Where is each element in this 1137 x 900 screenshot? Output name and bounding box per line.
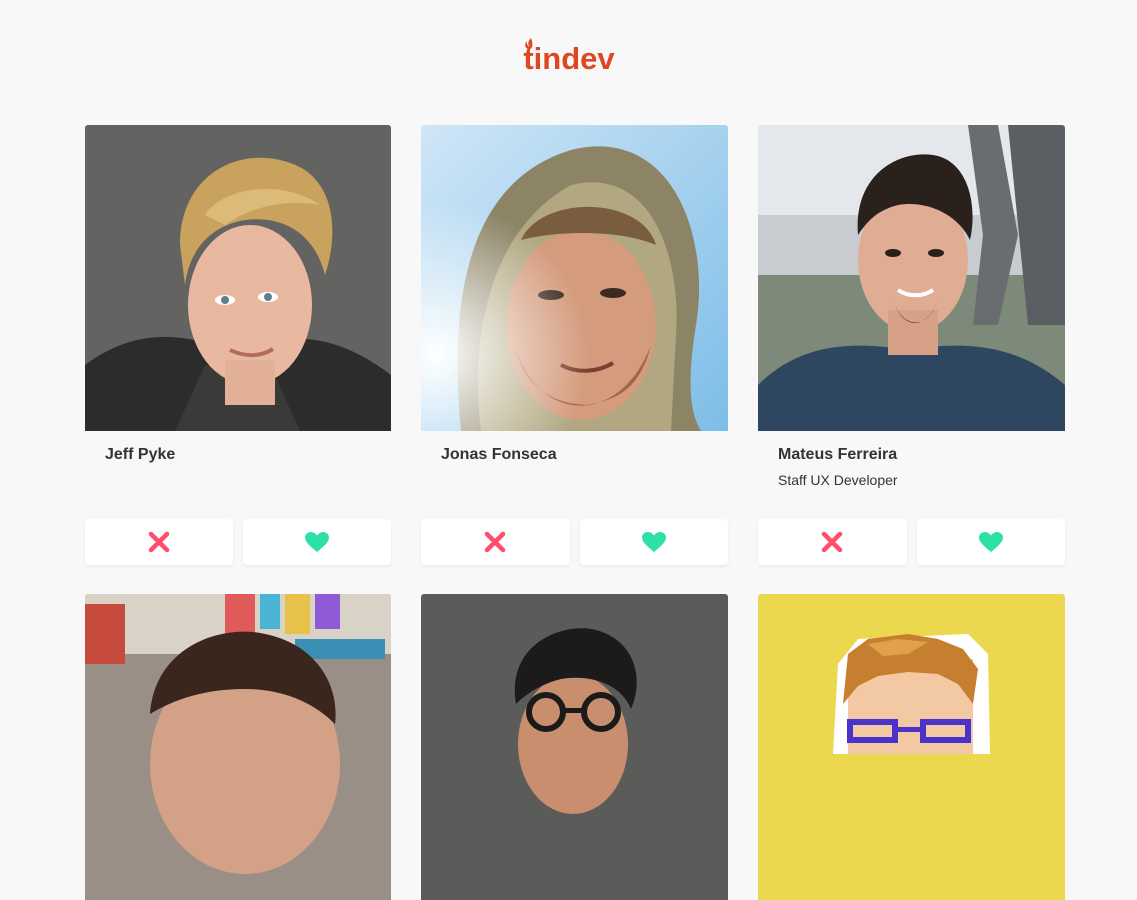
- dev-bio: Staff UX Developer: [778, 472, 898, 488]
- dev-card: [85, 594, 391, 900]
- heart-icon: [978, 532, 1003, 552]
- dev-avatar: [85, 125, 391, 431]
- dev-info: Jonas Fonseca: [421, 431, 728, 519]
- dev-card: Jonas Fonseca: [421, 125, 728, 565]
- dislike-button[interactable]: [758, 519, 907, 565]
- logo-graphic: tindev: [523, 38, 615, 76]
- dev-actions: [421, 519, 728, 565]
- tindev-logo: tindev: [0, 36, 1137, 81]
- dev-actions: [85, 519, 391, 565]
- dev-avatar: [85, 594, 391, 900]
- dev-card: Jeff Pyke: [85, 125, 391, 565]
- heart-icon: [305, 532, 329, 552]
- like-button[interactable]: [916, 519, 1065, 565]
- close-icon: [822, 531, 843, 553]
- like-button[interactable]: [243, 519, 391, 565]
- dev-name: Jeff Pyke: [105, 446, 176, 463]
- dev-card: [421, 594, 728, 900]
- dev-grid: Jeff Pyke Jonas Fonseca Mateus Ferreira …: [85, 125, 1065, 900]
- close-icon: [485, 531, 506, 553]
- dislike-button[interactable]: [85, 519, 233, 565]
- dev-avatar: [421, 125, 728, 431]
- dev-info: Jeff Pyke: [85, 431, 391, 519]
- like-button[interactable]: [579, 519, 728, 565]
- dev-avatar: [758, 125, 1065, 431]
- dev-avatar: [758, 594, 1065, 900]
- dev-card: [758, 594, 1065, 900]
- dev-name: Mateus Ferreira: [778, 446, 898, 463]
- close-icon: [148, 531, 170, 553]
- dev-avatar: [421, 594, 728, 900]
- logo-text: tindev: [523, 41, 615, 76]
- heart-icon: [641, 532, 666, 552]
- dev-name: Jonas Fonseca: [441, 446, 557, 463]
- dev-info: Mateus Ferreira Staff UX Developer: [758, 431, 1065, 519]
- dev-actions: [758, 519, 1065, 565]
- dislike-button[interactable]: [421, 519, 570, 565]
- dev-card: Mateus Ferreira Staff UX Developer: [758, 125, 1065, 565]
